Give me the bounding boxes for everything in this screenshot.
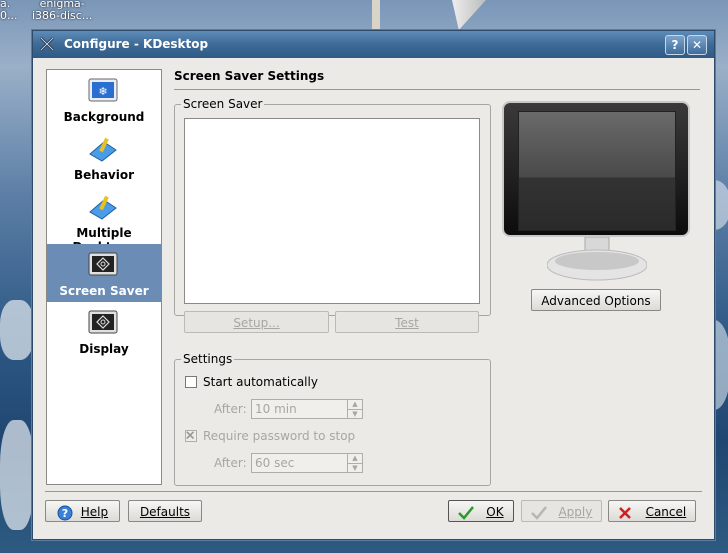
group-label: Settings <box>181 352 235 366</box>
after-label-2: After: <box>214 456 247 470</box>
close-window-button[interactable]: ✕ <box>687 35 707 55</box>
sidebar-item-background[interactable]: ❄ Background <box>47 70 161 128</box>
cancel-x-icon <box>618 506 631 519</box>
sidebar-item-label: Background <box>63 110 145 124</box>
apply-check-icon <box>530 505 547 520</box>
start-delay-value: 10 min <box>255 402 297 416</box>
desktop-icon-label-1[interactable]: a. 0... <box>0 0 18 22</box>
kdesktop-app-icon[interactable] <box>39 36 55 52</box>
password-delay-value: 60 sec <box>255 456 295 470</box>
start-automatically-label[interactable]: Start automatically <box>203 375 318 389</box>
svg-text:❄: ❄ <box>98 85 107 98</box>
multiple-desktops-icon <box>89 195 117 220</box>
wallpaper-ship-mast <box>372 0 380 34</box>
behavior-icon <box>89 137 117 162</box>
sidebar-item-label: Behavior <box>73 168 135 182</box>
desktop-icon-label-2[interactable]: enigma- i386-disc... <box>32 0 92 22</box>
ok-button[interactable]: OK <box>448 500 514 522</box>
footer-divider <box>45 491 702 492</box>
checkmark-icon <box>186 431 195 440</box>
test-button[interactable]: Test <box>335 311 479 333</box>
display-icon <box>88 310 118 334</box>
screen-saver-icon <box>88 252 118 276</box>
help-button[interactable]: ? Help <box>45 500 120 522</box>
help-icon: ? <box>57 505 73 520</box>
sidebar-item-multiple-desktops[interactable]: Multiple Desktops <box>47 186 161 254</box>
sidebar-item-label: Display <box>79 342 129 356</box>
start-automatically-checkbox[interactable] <box>185 376 197 388</box>
sidebar-item-behavior[interactable]: Behavior <box>47 128 161 186</box>
screen-saver-preview-monitor <box>502 101 690 237</box>
after-label-1: After: <box>214 402 247 416</box>
sidebar-item-label: Screen Saver <box>59 284 149 298</box>
wallpaper-ship-sail <box>452 0 486 30</box>
page-title: Screen Saver Settings <box>174 69 325 83</box>
preview-screen <box>518 111 676 231</box>
setup-button[interactable]: Setup... <box>184 311 329 333</box>
wallpaper-wave <box>0 300 34 360</box>
spin-down-icon[interactable]: ▼ <box>347 463 362 473</box>
wallpaper-wave <box>0 420 34 530</box>
start-delay-spinbox[interactable]: 10 min ▲ ▼ <box>251 399 363 419</box>
window-title: Configure - KDesktop <box>64 37 209 51</box>
background-icon: ❄ <box>88 78 118 102</box>
password-delay-spinbox[interactable]: 60 sec ▲ ▼ <box>251 453 363 473</box>
apply-button[interactable]: Apply <box>521 500 602 522</box>
whats-this-help-button[interactable]: ? <box>665 35 685 55</box>
spin-up-icon[interactable]: ▲ <box>347 400 362 409</box>
ok-button-label: OK <box>486 505 504 519</box>
cancel-button[interactable]: Cancel <box>608 500 696 522</box>
svg-text:?: ? <box>62 507 68 520</box>
screen-saver-list[interactable] <box>184 118 480 304</box>
sidebar-item-screen-saver[interactable]: Screen Saver <box>47 244 161 302</box>
heading-divider <box>174 89 700 90</box>
advanced-options-button[interactable]: Advanced Options <box>531 289 661 311</box>
ok-check-icon <box>458 505 475 520</box>
configure-window: Configure - KDesktop ? ✕ ❄ Background Be… <box>32 30 715 540</box>
spin-down-icon[interactable]: ▼ <box>347 409 362 419</box>
apply-button-label: Apply <box>558 505 593 519</box>
category-sidebar: ❄ Background Behavior Multiple Desktops <box>46 69 162 485</box>
cancel-button-label: Cancel <box>645 505 687 519</box>
spin-up-icon[interactable]: ▲ <box>347 454 362 463</box>
window-titlebar[interactable]: Configure - KDesktop ? ✕ <box>33 31 714 58</box>
require-password-label[interactable]: Require password to stop <box>203 429 355 443</box>
help-button-label: Help <box>80 505 109 519</box>
sidebar-item-display[interactable]: Display <box>47 302 161 360</box>
require-password-checkbox[interactable] <box>185 430 197 442</box>
group-label: Screen Saver <box>181 97 265 111</box>
defaults-button[interactable]: Defaults <box>128 500 202 522</box>
monitor-stand-icon <box>547 237 647 281</box>
defaults-button-label: Defaults <box>139 505 191 519</box>
